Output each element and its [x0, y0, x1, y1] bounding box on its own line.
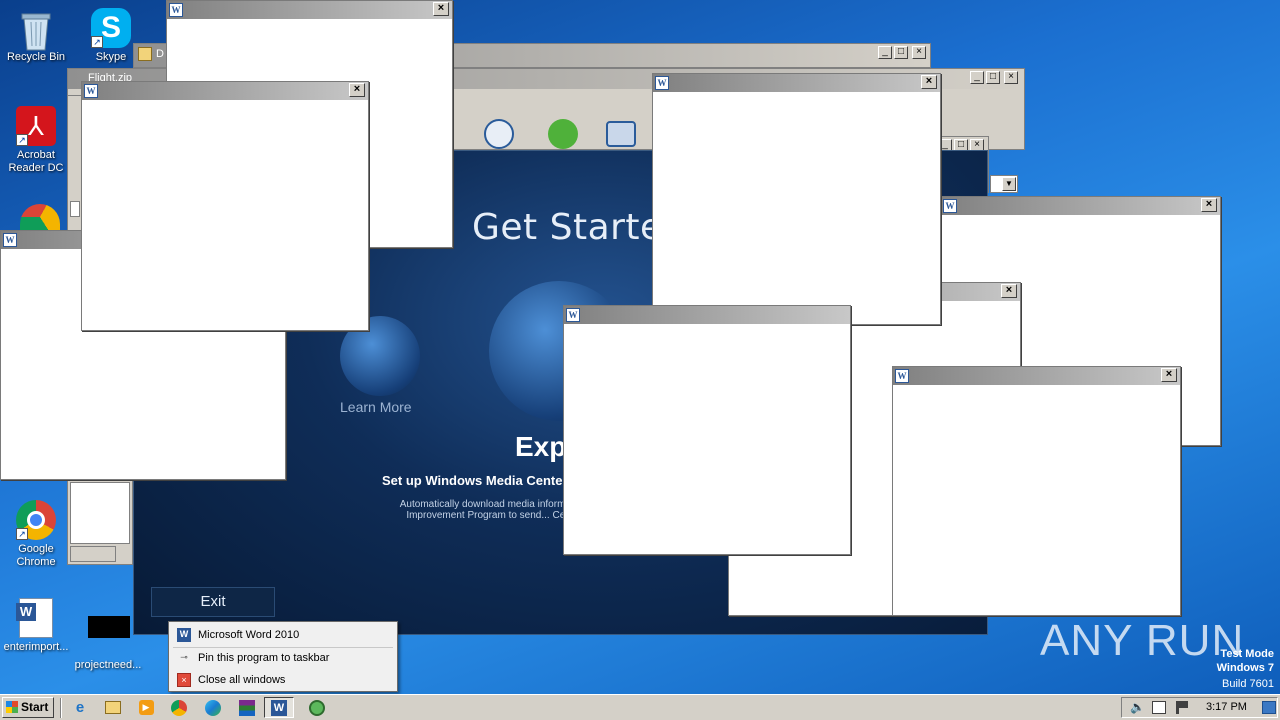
- chrome-icon: ↗: [16, 500, 56, 540]
- word-icon: W: [655, 76, 669, 90]
- pin-icon: ⊸: [180, 652, 188, 663]
- user-icon[interactable]: [484, 119, 514, 149]
- word-icon: W: [895, 369, 909, 383]
- clock[interactable]: 3:17 PM: [1206, 698, 1247, 717]
- taskbar-divider: [60, 698, 62, 718]
- setup-text: Set up Windows Media Center: [382, 473, 568, 488]
- word-icon: W: [271, 699, 287, 716]
- word-window-8[interactable]: W: [563, 305, 851, 555]
- desktop-icon-label: Google Chrome: [16, 543, 56, 568]
- scroll-box[interactable]: [70, 201, 80, 217]
- window-titlebar[interactable]: W: [564, 306, 850, 324]
- desktop-icon-label: enterimport...: [3, 641, 69, 653]
- flag-cloth: [1179, 701, 1188, 708]
- close-button[interactable]: ×: [912, 46, 926, 59]
- show-desktop-icon[interactable]: [1262, 701, 1276, 714]
- word-document-icon: W: [16, 598, 56, 638]
- minimize-button[interactable]: _: [878, 46, 892, 59]
- start-button[interactable]: Start: [2, 697, 54, 718]
- word-icon: W: [177, 628, 191, 643]
- word-window-7[interactable]: W ×: [892, 366, 1181, 616]
- blank-panel: [70, 482, 130, 544]
- desktop-icon-label: projectneed...: [74, 659, 142, 671]
- taskbar: Start e ▶ W 🔈 3:17 PM: [0, 694, 1280, 720]
- menu-divider: [173, 647, 393, 648]
- window-title: D: [156, 48, 164, 60]
- winrar-icon: [239, 699, 255, 716]
- system-tray: 🔈 3:17 PM: [1121, 697, 1278, 718]
- status-key-icon: [70, 546, 116, 562]
- desktop-icon-acrobat[interactable]: ⅄ ↗ Acrobat Reader DC: [0, 106, 72, 175]
- word-icon: W: [943, 199, 957, 213]
- edge-icon: [205, 699, 221, 716]
- taskbar-media-player[interactable]: ▶: [131, 697, 161, 718]
- ie-icon: e: [75, 699, 85, 716]
- learn-more-label[interactable]: Learn More: [340, 399, 412, 415]
- window-titlebar[interactable]: W×: [941, 197, 1220, 215]
- jump-item-pin-to-taskbar[interactable]: ⊸ Pin this program to taskbar: [177, 649, 329, 667]
- window-titlebar[interactable]: W×: [167, 1, 452, 19]
- word-icon: W: [84, 84, 98, 98]
- taskbar-jump-list: W Microsoft Word 2010 ⊸ Pin this program t…: [168, 621, 398, 692]
- os-label: Windows 7: [1216, 662, 1274, 674]
- taskbar-media-center[interactable]: [302, 697, 332, 718]
- shortcut-arrow-icon: ↗: [16, 134, 28, 146]
- word-window-3[interactable]: W ×: [81, 81, 369, 331]
- jump-item-microsoft-word[interactable]: W Microsoft Word 2010: [177, 626, 299, 644]
- xbox-icon[interactable]: [548, 119, 578, 149]
- combo-box[interactable]: ▼: [990, 175, 1018, 193]
- shortcut-arrow-icon: ↗: [91, 36, 103, 48]
- close-button[interactable]: ×: [1004, 71, 1018, 84]
- window-titlebar[interactable]: W×: [653, 74, 940, 92]
- shortcut-arrow-icon: ↗: [16, 528, 28, 540]
- chrome-icon: [171, 699, 187, 716]
- desktop-icon-recycle-bin[interactable]: Recycle Bin: [0, 8, 72, 64]
- close-red-icon: ×: [177, 673, 191, 688]
- recycle-bin-icon: [16, 8, 56, 51]
- windows-flag-icon: [6, 701, 18, 713]
- taskbar-internet-explorer[interactable]: e: [65, 697, 95, 718]
- maximize-button[interactable]: □: [986, 71, 1000, 84]
- minimize-button[interactable]: _: [970, 71, 984, 84]
- exit-button[interactable]: Exit: [151, 587, 275, 617]
- network-icon[interactable]: [1152, 701, 1166, 714]
- build-label: Build 7601: [1222, 678, 1274, 690]
- desktop-icon-label: Acrobat Reader DC: [8, 149, 64, 174]
- skype-icon: S ↗: [91, 8, 131, 48]
- taskbar-winrar[interactable]: [232, 697, 262, 718]
- close-button[interactable]: ×: [1161, 368, 1177, 382]
- taskbar-edge[interactable]: [198, 697, 228, 718]
- close-button[interactable]: ×: [1001, 284, 1017, 298]
- close-button[interactable]: ×: [433, 2, 449, 16]
- test-mode-label: Test Mode: [1220, 648, 1274, 660]
- close-button[interactable]: ×: [349, 83, 365, 97]
- speaker-icon[interactable]: 🔈: [1130, 700, 1145, 714]
- media-player-icon: ▶: [138, 700, 154, 716]
- chevron-down-icon[interactable]: ▼: [1002, 177, 1016, 191]
- word-icon: W: [169, 3, 183, 17]
- close-button[interactable]: ×: [921, 75, 937, 89]
- folder-icon: [138, 47, 152, 61]
- settings-icon[interactable]: [606, 121, 636, 147]
- window-titlebar[interactable]: W×: [893, 367, 1180, 385]
- taskbar-chrome[interactable]: [164, 697, 194, 718]
- taskbar-word[interactable]: W: [264, 697, 294, 718]
- explorer-icon: [105, 701, 121, 715]
- anyrun-logo: ANY RUN: [1040, 616, 1245, 665]
- acrobat-icon: ⅄ ↗: [16, 106, 56, 146]
- word-window-6[interactable]: W ×: [652, 73, 941, 325]
- jump-item-close-all-windows[interactable]: × Close all windows: [177, 671, 285, 689]
- black-file-icon: [88, 616, 130, 656]
- maximize-button[interactable]: □: [894, 46, 908, 59]
- media-center-icon: [309, 699, 325, 716]
- desktop-icon-label: Recycle Bin: [6, 51, 66, 63]
- taskbar-explorer[interactable]: [98, 697, 128, 718]
- desktop-icon-enterimport[interactable]: W enterimport...: [0, 598, 72, 654]
- desktop-icon-google-chrome[interactable]: ↗ Google Chrome: [0, 500, 72, 569]
- window-titlebar[interactable]: W×: [82, 82, 368, 100]
- word-icon: W: [566, 308, 580, 322]
- partial-app-icon[interactable]: [20, 204, 60, 230]
- word-icon: W: [3, 233, 17, 247]
- close-button[interactable]: ×: [1201, 198, 1217, 212]
